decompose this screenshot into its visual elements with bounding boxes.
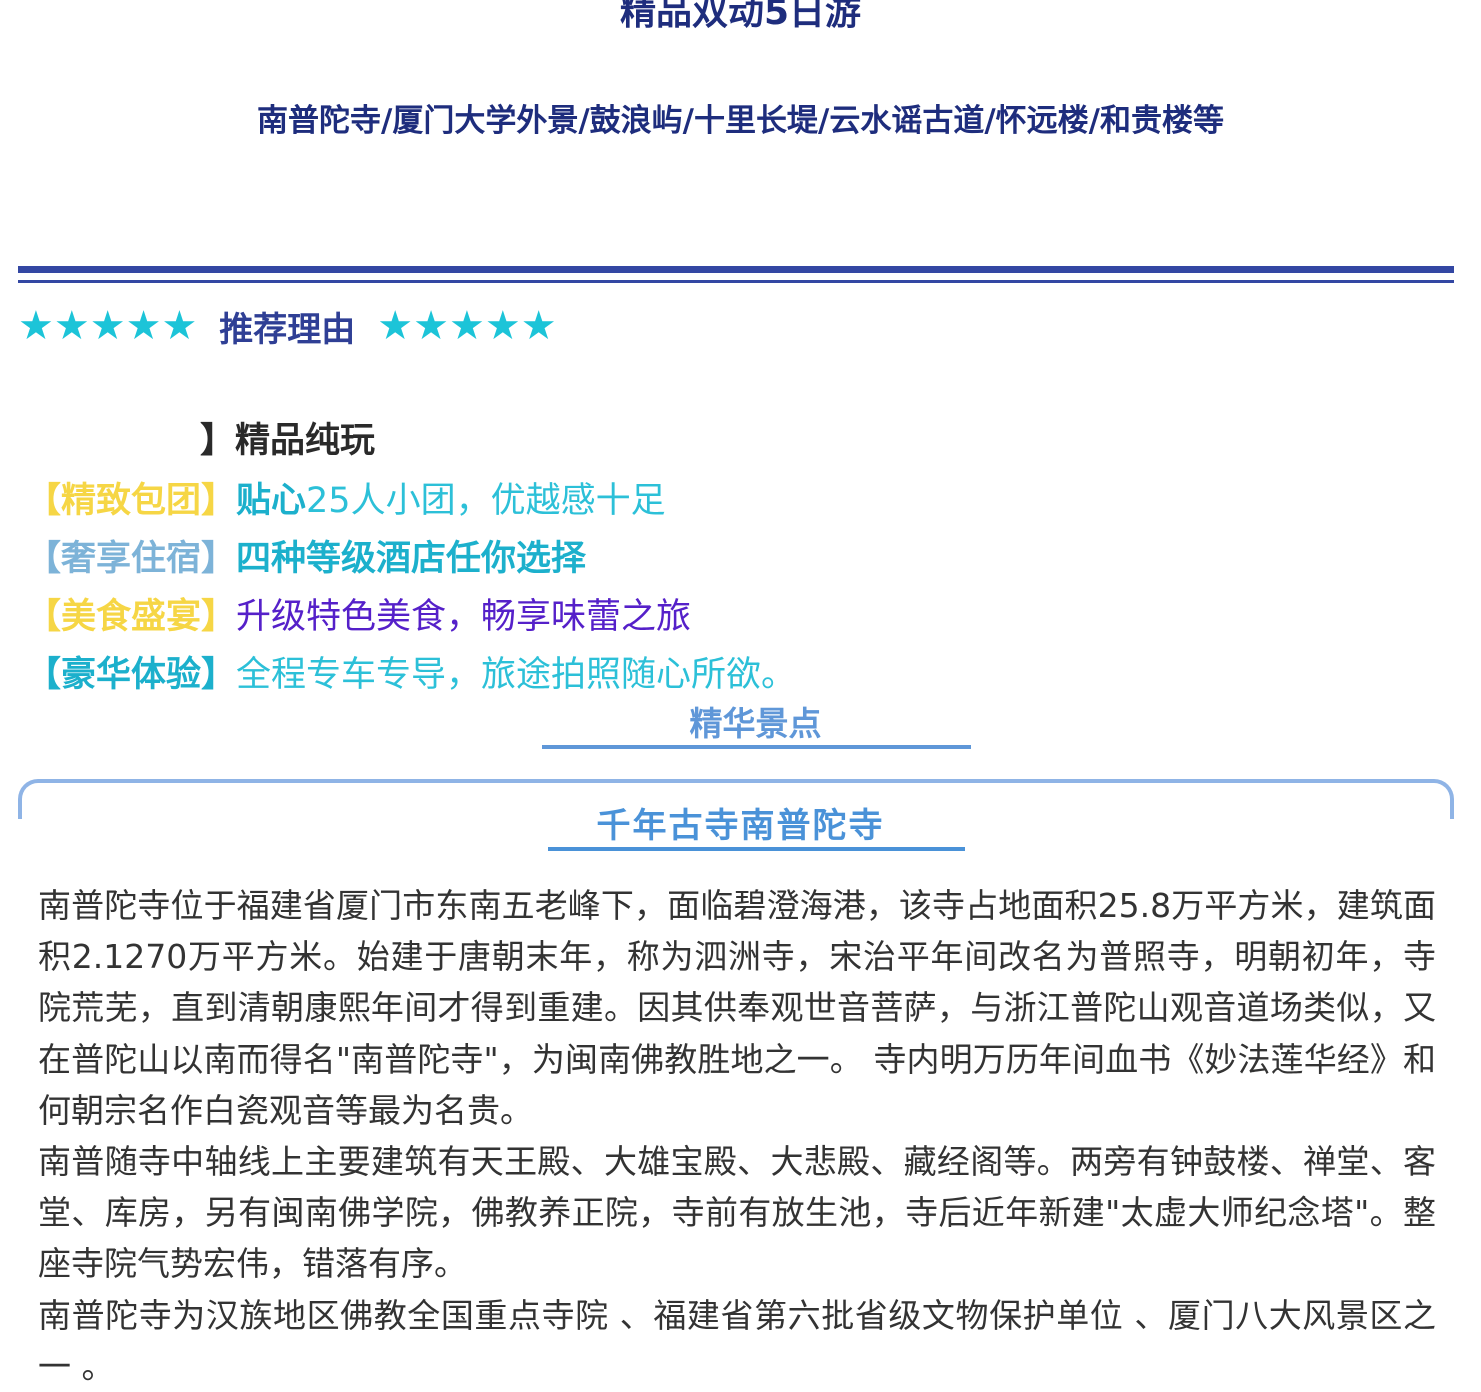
recommend-label: 推荐理由 <box>219 309 356 350</box>
spots-title-underline <box>542 745 971 749</box>
stars-right-icon: ★★★★★ <box>377 303 557 349</box>
recommend-heading: ★★★★★ 推荐理由 ★★★★★ <box>18 300 557 352</box>
feature-tag: 【精致包团】 <box>26 481 237 521</box>
description-paragraph: 南普陀寺为汉族地区佛教全国重点寺院 、福建省第六批省级文物保护单位 、厦门八大风… <box>38 1295 1436 1386</box>
temple-title: 千年古寺南普陀寺 <box>596 806 885 846</box>
description-paragraph: 南普陀寺位于福建省厦门市东南五老峰下，面临碧澄海港，该寺占地面积25.8万平方米… <box>38 886 1436 1130</box>
feature-text: 25人小团，优越感十足 <box>306 481 666 521</box>
route-subtitle: 南普陀寺/厦门大学外景/鼓浪屿/十里长堤/云水谣古道/怀远楼/和贵楼等 <box>257 103 1224 139</box>
divider-thin <box>18 280 1454 283</box>
feature-bold: 四种等级酒店任你选择 <box>236 539 587 579</box>
pure-play-title: 】精品纯玩 <box>200 421 376 461</box>
temple-title-underline <box>548 847 965 851</box>
feature-row: 【豪华体验】全程专车专导，旅途拍照随心所欲。 <box>26 650 796 700</box>
temple-description: 南普陀寺位于福建省厦门市东南五老峰下，面临碧澄海港，该寺占地面积25.8万平方米… <box>38 880 1436 1392</box>
description-paragraph: 南普随寺中轴线上主要建筑有天王殿、大雄宝殿、大悲殿、藏经阁等。两旁有钟鼓楼、禅堂… <box>38 1142 1436 1284</box>
page-title: 精品双动5日游 <box>619 0 862 33</box>
feature-text: 全程专车专导，旅途拍照随心所欲。 <box>236 655 797 695</box>
feature-tag: 【美食盛宴】 <box>26 597 237 637</box>
feature-row: 【精致包团】贴心25人小团，优越感十足 <box>26 476 666 526</box>
divider-thick <box>18 266 1454 273</box>
spots-section-title: 精华景点 <box>689 704 822 743</box>
feature-text: 升级特色美食，畅享味蕾之旅 <box>236 597 692 637</box>
feature-bold: 贴心 <box>236 481 307 521</box>
feature-tag: 【豪华体验】 <box>26 655 237 695</box>
stars-left-icon: ★★★★★ <box>18 303 198 349</box>
feature-tag: 【奢享住宿】 <box>26 539 237 579</box>
feature-row: 【美食盛宴】升级特色美食，畅享味蕾之旅 <box>26 592 691 642</box>
feature-row: 【奢享住宿】四种等级酒店任你选择 <box>26 534 586 584</box>
